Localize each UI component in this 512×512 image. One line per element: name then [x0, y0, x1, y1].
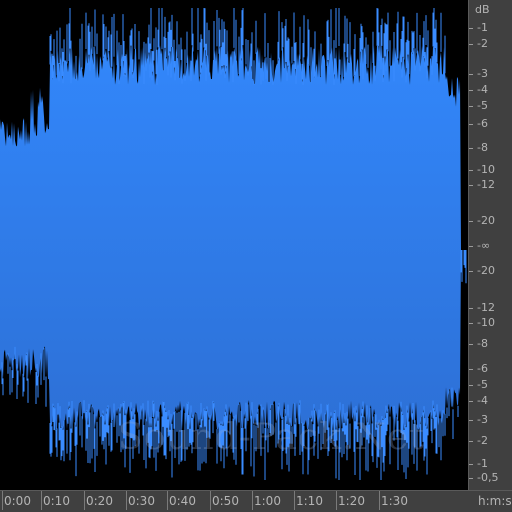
time-label: 1:10 — [296, 494, 323, 508]
db-label: -5 — [477, 99, 488, 112]
time-tick — [167, 491, 168, 510]
db-label: -4 — [477, 394, 488, 407]
time-tick — [336, 491, 337, 510]
db-tick — [469, 401, 473, 402]
time-tick — [379, 491, 380, 510]
time-tick — [41, 491, 42, 510]
db-unit-label: dB — [475, 3, 490, 16]
watermark: Sound-Pack.Net — [118, 417, 425, 458]
db-tick — [469, 124, 473, 125]
time-label: 1:30 — [381, 494, 408, 508]
db-tick — [469, 221, 473, 222]
db-label: -3 — [477, 413, 488, 426]
db-tick — [469, 385, 473, 386]
waveform-view[interactable]: Sound-Pack.Net — [0, 0, 468, 490]
db-label: -2 — [477, 434, 488, 447]
time-tick — [210, 491, 211, 510]
db-label: -1 — [477, 21, 488, 34]
db-label: -6 — [477, 117, 488, 130]
db-label: -8 — [477, 337, 488, 350]
db-tick — [469, 478, 473, 479]
db-tick — [469, 246, 473, 247]
db-tick — [469, 90, 473, 91]
db-label: -8 — [477, 141, 488, 154]
db-tick — [469, 369, 473, 370]
time-label: 0:10 — [43, 494, 70, 508]
db-label: -20 — [477, 214, 495, 227]
db-tick — [469, 28, 473, 29]
db-tick — [469, 44, 473, 45]
db-tick — [469, 308, 473, 309]
db-tick — [469, 170, 473, 171]
time-label: 0:40 — [169, 494, 196, 508]
time-tick — [252, 491, 253, 510]
db-label: -4 — [477, 83, 488, 96]
db-label: -12 — [477, 178, 495, 191]
db-tick — [469, 185, 473, 186]
db-tick — [469, 344, 473, 345]
db-label: -5 — [477, 378, 488, 391]
db-label: -20 — [477, 264, 495, 277]
db-tick — [469, 464, 473, 465]
time-ruler[interactable]: 0:00 0:10 0:20 0:30 0:40 0:50 1:00 1:10 1:20 1:30… — [0, 490, 512, 512]
db-tick — [469, 148, 473, 149]
db-label: -3 — [477, 67, 488, 80]
db-label: -1 — [477, 457, 488, 470]
time-label: 0:00 — [4, 494, 31, 508]
time-unit-label: h:m:s — [478, 494, 512, 508]
time-label: 1:00 — [254, 494, 281, 508]
time-label: 0:50 — [212, 494, 239, 508]
db-tick — [469, 74, 473, 75]
waveform-body — [0, 45, 468, 430]
time-label: 0:30 — [128, 494, 155, 508]
db-label: -10 — [477, 163, 495, 176]
db-tick — [469, 271, 473, 272]
time-tick — [126, 491, 127, 510]
time-tick — [2, 491, 3, 510]
db-label: -2 — [477, 37, 488, 50]
db-tick — [469, 323, 473, 324]
db-label: -6 — [477, 362, 488, 375]
db-scale-ruler: dB -1 -2 -3 -4 -5 -6 -8 -10 -12 -20 -∞ -20 -12 -10 -8 -6… — [468, 0, 512, 490]
time-label: 1:20 — [338, 494, 365, 508]
time-label: 0:20 — [86, 494, 113, 508]
time-tick — [294, 491, 295, 510]
db-tick — [469, 106, 473, 107]
db-label: -10 — [477, 316, 495, 329]
db-tick — [469, 420, 473, 421]
db-tick — [469, 441, 473, 442]
time-tick — [84, 491, 85, 510]
db-label: -12 — [477, 301, 495, 314]
db-label: -∞ — [477, 239, 491, 252]
db-label: -0,5 — [477, 471, 499, 484]
